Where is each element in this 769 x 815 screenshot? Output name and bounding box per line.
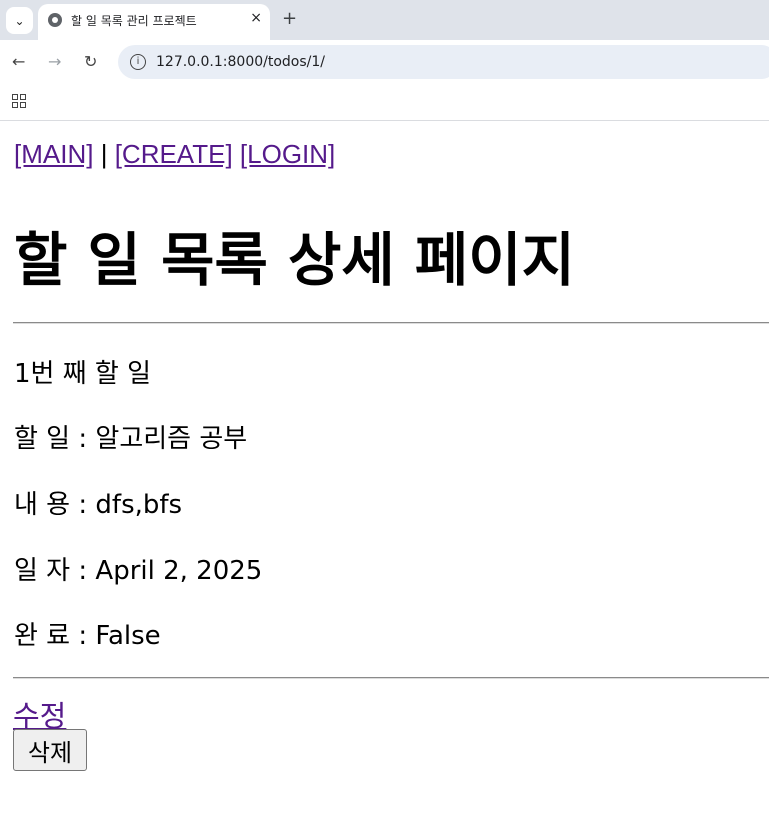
- tab-title: 할 일 목록 관리 프로젝트: [71, 14, 197, 28]
- page-title: 할 일 목록 상세 페이지: [14, 226, 576, 294]
- todo-completed-value: False: [95, 621, 161, 651]
- main-link[interactable]: [MAIN]: [14, 139, 93, 169]
- todo-content-row: 내 용 : dfs,bfs: [14, 484, 182, 521]
- divider-top: [13, 322, 769, 324]
- browser-toolbar: ← → ↻ i 127.0.0.1:8000/todos/1/: [0, 40, 769, 86]
- todo-content-label: 내 용 :: [14, 490, 88, 520]
- divider-bottom: [13, 677, 769, 679]
- todo-title-label: 할 일 :: [14, 424, 88, 454]
- plus-icon[interactable]: +: [282, 8, 297, 29]
- todo-heading: 1번 째 할 일: [14, 359, 152, 389]
- browser-tabstrip: ⌄ 할 일 목록 관리 프로젝트 × +: [0, 0, 769, 40]
- back-arrow-icon[interactable]: ←: [12, 52, 25, 71]
- forward-arrow-icon[interactable]: →: [48, 52, 61, 71]
- todo-date-value: April 2, 2025: [95, 556, 263, 586]
- create-link[interactable]: [CREATE]: [115, 139, 233, 169]
- reload-icon[interactable]: ↻: [84, 52, 97, 71]
- login-link[interactable]: [LOGIN]: [240, 139, 335, 169]
- todo-title-value: 알고리즘 공부: [95, 424, 248, 454]
- todo-completed-label: 완 료 :: [14, 621, 88, 651]
- todo-date-label: 일 자 :: [14, 556, 88, 586]
- todo-title-row: 할 일 : 알고리즘 공부: [14, 418, 247, 455]
- close-icon[interactable]: ×: [250, 10, 262, 26]
- site-info-icon[interactable]: i: [130, 54, 146, 70]
- nav-separator: |: [100, 139, 108, 169]
- address-bar[interactable]: i 127.0.0.1:8000/todos/1/: [118, 45, 769, 79]
- top-nav: [MAIN] | [CREATE] [LOGIN]: [14, 139, 335, 170]
- todo-date-row: 일 자 : April 2, 2025: [14, 550, 262, 587]
- bookmarks-bar: [0, 86, 769, 121]
- browser-tab[interactable]: 할 일 목록 관리 프로젝트 ×: [38, 4, 270, 40]
- tab-search-icon[interactable]: ⌄: [6, 7, 33, 34]
- todo-completed-row: 완 료 : False: [14, 615, 161, 652]
- apps-grid-icon[interactable]: [12, 94, 26, 108]
- page-content: [MAIN] | [CREATE] [LOGIN] 할 일 목록 상세 페이지 …: [0, 121, 769, 815]
- url-text[interactable]: 127.0.0.1:8000/todos/1/: [156, 54, 325, 70]
- delete-button[interactable]: 삭제: [13, 729, 87, 771]
- todo-content-value: dfs,bfs: [95, 490, 183, 520]
- globe-icon: [48, 13, 62, 27]
